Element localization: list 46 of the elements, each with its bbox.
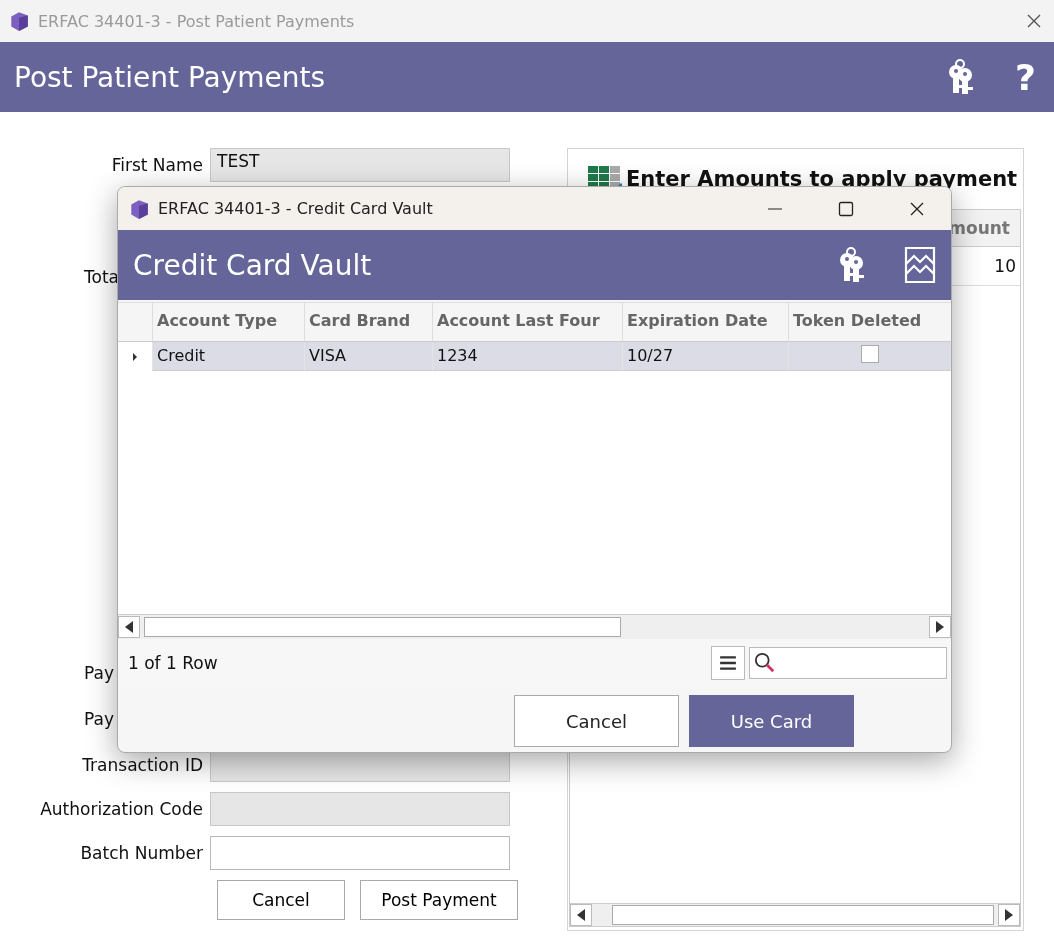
search-icon bbox=[754, 651, 776, 674]
app-icon bbox=[8, 10, 30, 32]
use-card-button[interactable]: Use Card bbox=[689, 695, 854, 747]
table-cell: 10/27 bbox=[622, 342, 788, 371]
scroll-left-icon[interactable] bbox=[570, 904, 592, 926]
field-label: Transaction ID bbox=[81, 755, 204, 775]
chart-icon[interactable] bbox=[904, 246, 936, 284]
cancel-button[interactable]: Cancel bbox=[217, 880, 345, 920]
maximize-icon[interactable] bbox=[838, 200, 854, 217]
dialog-title: Credit Card Vault bbox=[133, 248, 373, 282]
menu-icon bbox=[719, 654, 737, 671]
field-label: First Name bbox=[110, 155, 204, 175]
row-count: 1 of 1 Row bbox=[128, 652, 219, 673]
field-label: Batch Number bbox=[79, 843, 204, 863]
close-icon[interactable] bbox=[909, 200, 925, 217]
column-header[interactable]: Expiration Date bbox=[622, 303, 788, 341]
table-cell: 10 bbox=[994, 256, 1016, 276]
field-label: Pay bbox=[83, 709, 115, 729]
scrollbar-thumb[interactable] bbox=[612, 905, 994, 925]
scroll-right-icon[interactable] bbox=[998, 904, 1020, 926]
field-label: Authorization Code bbox=[39, 799, 204, 819]
checkbox[interactable] bbox=[860, 345, 879, 363]
table-cell: Credit bbox=[152, 342, 304, 371]
scroll-left-icon[interactable] bbox=[118, 616, 140, 638]
window-title: ERFAC 34401-3 - Credit Card Vault bbox=[158, 199, 434, 218]
menu-button[interactable] bbox=[711, 645, 745, 680]
row-expander-icon[interactable] bbox=[131, 351, 139, 362]
search-field[interactable] bbox=[749, 646, 947, 679]
close-icon[interactable] bbox=[1026, 13, 1042, 29]
field-label: Pay bbox=[83, 663, 115, 683]
window-title: ERFAC 34401-3 - Post Patient Payments bbox=[38, 11, 355, 31]
table-cell: VISA bbox=[304, 342, 432, 371]
input-field[interactable] bbox=[210, 836, 510, 870]
column-header[interactable]: Card Brand bbox=[304, 303, 432, 341]
page-title: Post Patient Payments bbox=[14, 60, 326, 94]
column-header[interactable]: Token Deleted bbox=[788, 303, 950, 341]
field-label: Tota bbox=[83, 267, 120, 287]
app-icon bbox=[128, 197, 150, 220]
cancel-button[interactable]: Cancel bbox=[514, 695, 679, 747]
post-payment-button[interactable]: Post Payment bbox=[360, 880, 518, 920]
column-header[interactable]: Account Last Four bbox=[432, 303, 622, 341]
column-header[interactable]: Account Type bbox=[152, 303, 304, 341]
help-symbol[interactable]: ? bbox=[1015, 56, 1036, 98]
scrollbar-thumb[interactable] bbox=[144, 617, 621, 637]
scroll-right-icon[interactable] bbox=[929, 616, 951, 638]
table-cell: 1234 bbox=[432, 342, 622, 371]
